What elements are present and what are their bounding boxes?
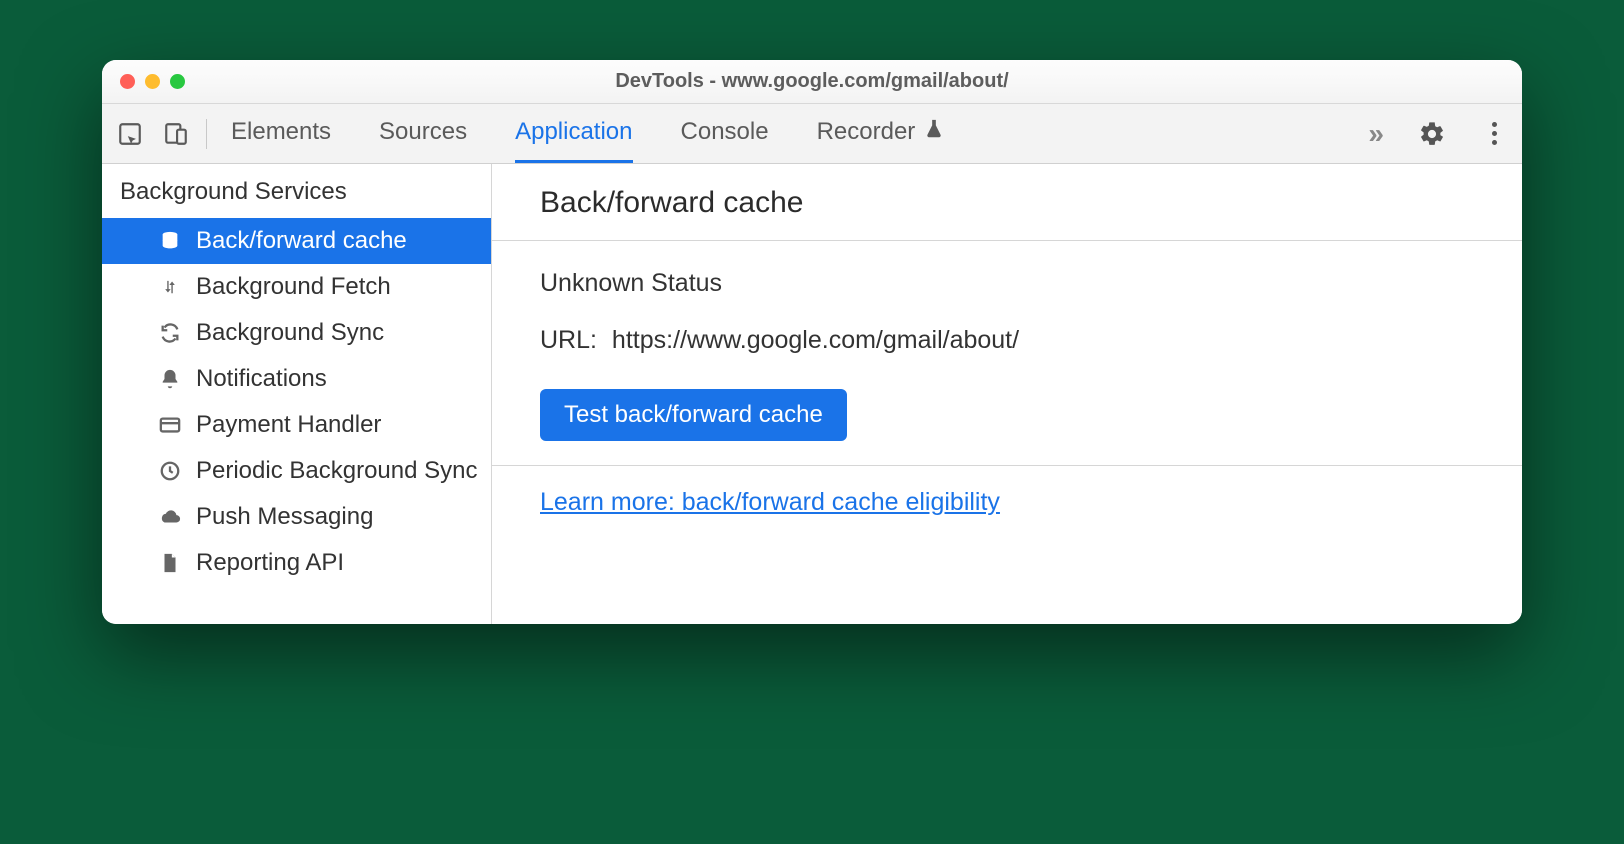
sidebar-item-label: Payment Handler [196,411,381,439]
bfcache-status-section: Unknown Status URL: https://www.google.c… [492,241,1522,466]
window-title: DevTools - www.google.com/gmail/about/ [102,70,1522,93]
application-sidebar: Background Services Back/forward cache B… [102,164,492,624]
sidebar-item-label: Push Messaging [196,503,373,531]
card-icon [158,413,182,437]
tab-label: Application [515,118,632,146]
learn-more-section: Learn more: back/forward cache eligibili… [492,466,1522,539]
sidebar-item-reporting-api[interactable]: Reporting API [102,540,491,586]
status-text: Unknown Status [540,269,1474,298]
sidebar-item-label: Background Fetch [196,273,391,301]
sidebar-item-periodic-sync[interactable]: Periodic Background Sync [102,448,491,494]
sidebar-item-label: Back/forward cache [196,227,407,255]
url-row: URL: https://www.google.com/gmail/about/ [540,326,1474,355]
tab-application[interactable]: Application [515,104,632,163]
inspect-element-icon[interactable] [116,120,144,148]
kebab-menu-icon[interactable] [1480,120,1508,148]
devtools-toolbar: Elements Sources Application Console Rec… [102,104,1522,164]
zoom-window-button[interactable] [170,74,185,89]
sidebar-item-push-messaging[interactable]: Push Messaging [102,494,491,540]
devtools-window: DevTools - www.google.com/gmail/about/ E… [102,60,1522,624]
tab-label: Console [681,118,769,146]
file-icon [158,551,182,575]
titlebar: DevTools - www.google.com/gmail/about/ [102,60,1522,104]
sync-icon [158,321,182,345]
database-icon [158,229,182,253]
panel-tabs: Elements Sources Application Console Rec… [231,104,945,163]
sidebar-item-background-fetch[interactable]: Background Fetch [102,264,491,310]
url-value: https://www.google.com/gmail/about/ [612,326,1019,354]
sidebar-item-label: Reporting API [196,549,344,577]
page-title: Back/forward cache [492,164,1522,241]
minimize-window-button[interactable] [145,74,160,89]
tab-elements[interactable]: Elements [231,104,331,163]
sidebar-item-bfcache[interactable]: Back/forward cache [102,218,491,264]
tab-recorder[interactable]: Recorder [817,104,946,163]
sidebar-item-label: Background Sync [196,319,384,347]
traffic-lights [120,74,185,89]
sidebar-item-background-sync[interactable]: Background Sync [102,310,491,356]
toolbar-divider [206,119,207,149]
cloud-icon [158,505,182,529]
sidebar-item-payment-handler[interactable]: Payment Handler [102,402,491,448]
sidebar-item-label: Periodic Background Sync [196,457,477,485]
tab-sources[interactable]: Sources [379,104,467,163]
main-panel: Back/forward cache Unknown Status URL: h… [492,164,1522,624]
sidebar-item-label: Notifications [196,365,327,393]
clock-icon [158,459,182,483]
device-toggle-icon[interactable] [162,120,190,148]
settings-icon[interactable] [1418,120,1446,148]
sidebar-item-notifications[interactable]: Notifications [102,356,491,402]
updown-icon [158,275,182,299]
tab-console[interactable]: Console [681,104,769,163]
url-label: URL: [540,326,597,354]
test-bfcache-button[interactable]: Test back/forward cache [540,389,847,441]
tab-label: Elements [231,118,331,146]
more-tabs-button[interactable]: » [1368,118,1384,150]
tab-label: Recorder [817,118,916,146]
panel-body: Background Services Back/forward cache B… [102,164,1522,624]
tab-label: Sources [379,118,467,146]
learn-more-link[interactable]: Learn more: back/forward cache eligibili… [540,488,1000,516]
close-window-button[interactable] [120,74,135,89]
bell-icon [158,367,182,391]
flask-icon [923,118,945,146]
sidebar-section-header: Background Services [102,164,491,218]
